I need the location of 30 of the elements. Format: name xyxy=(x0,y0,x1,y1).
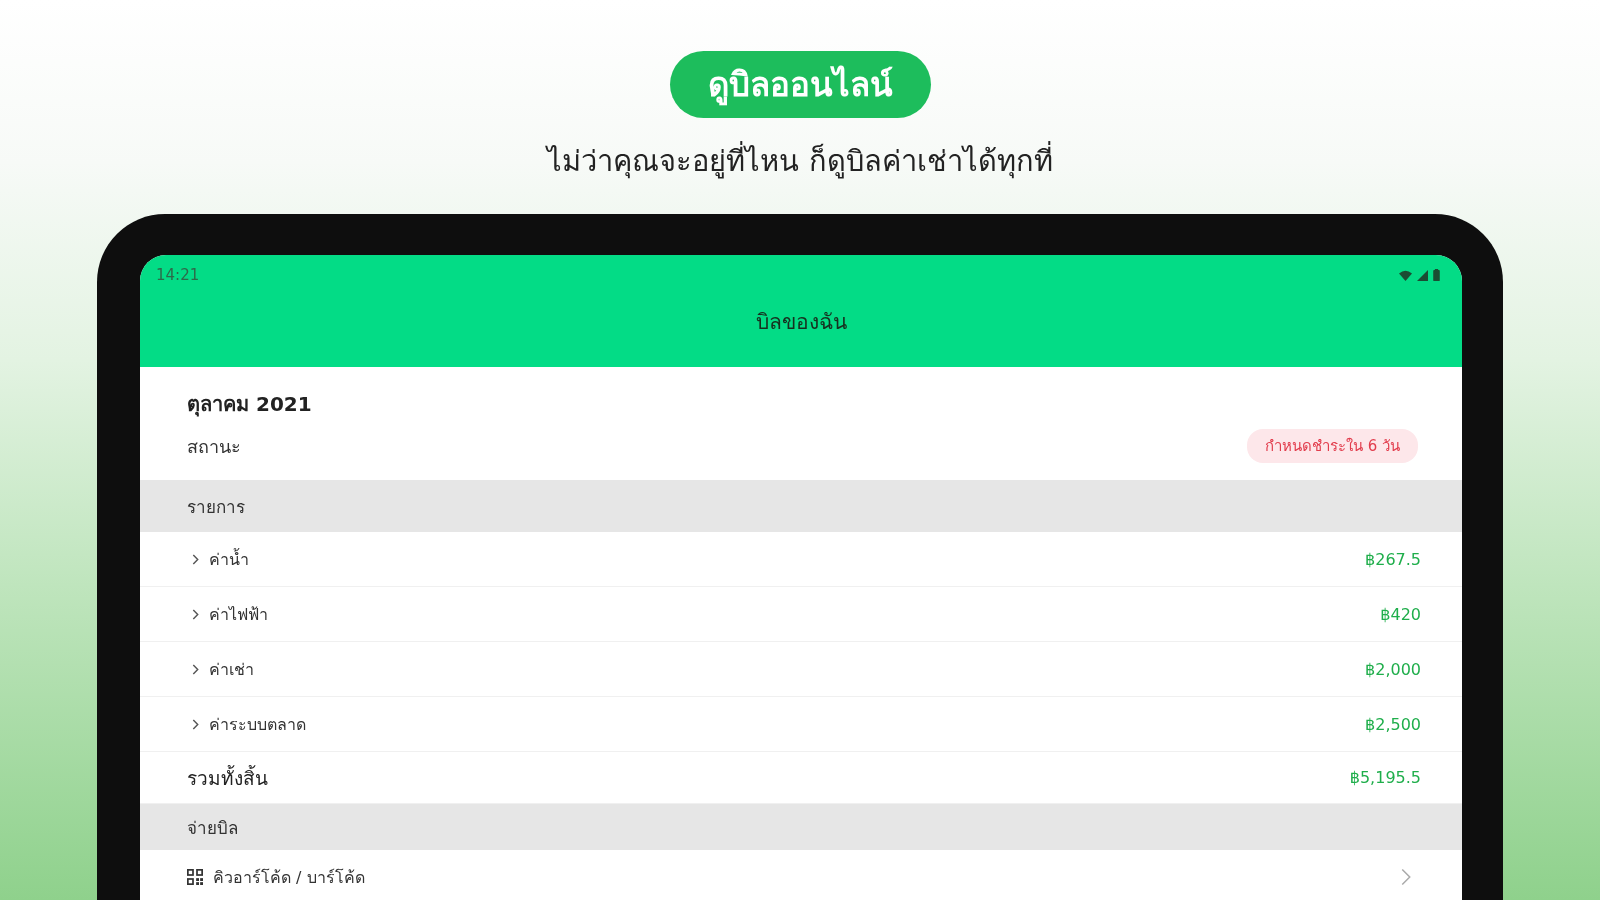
total-amount: ฿5,195.5 xyxy=(1349,768,1421,787)
item-name: ค่าระบบตลาด xyxy=(209,713,306,736)
item-name: ค่าเช่า xyxy=(209,658,254,681)
total-label: รวมทั้งสิ้น xyxy=(187,764,268,791)
headline-pill: ดูบิลออนไลน์ xyxy=(669,51,931,118)
due-status-badge: กำหนดชำระใน 6 วัน xyxy=(1246,429,1418,463)
bill-item-row[interactable]: ค่าน้ำ ฿267.5 xyxy=(140,532,1462,587)
section-heading: จ่ายบิล xyxy=(187,816,238,840)
option-label: คิวอาร์โค้ด / บาร์โค้ด xyxy=(213,866,365,889)
bill-item-row[interactable]: ค่าไฟฟ้า ฿420 xyxy=(140,587,1462,642)
app-bar-title: บิลของฉัน xyxy=(755,309,847,336)
item-amount: ฿2,000 xyxy=(1365,659,1421,679)
status-time: 14:21 xyxy=(156,266,200,284)
bill-item-row[interactable]: ค่าระบบตลาด ฿2,500 xyxy=(140,697,1462,752)
item-amount: ฿420 xyxy=(1380,604,1421,624)
status-label: สถานะ xyxy=(187,434,241,459)
chevron-right-icon xyxy=(1401,868,1411,886)
signal-icon xyxy=(1417,269,1428,281)
item-name: ค่าน้ำ xyxy=(209,547,249,571)
item-name: ค่าไฟฟ้า xyxy=(209,603,268,626)
battery-icon xyxy=(1433,269,1440,281)
wifi-icon xyxy=(1399,269,1412,281)
item-amount: ฿267.5 xyxy=(1365,549,1421,569)
section-heading: รายการ xyxy=(187,495,245,519)
subtitle: ไม่ว่าคุณจะอยู่ที่ไหน ก็ดูบิลค่าเช่าได้ทุกที่ xyxy=(547,138,1053,184)
qr-code-icon xyxy=(187,869,203,885)
bill-month: ตุลาคม 2021 xyxy=(187,391,313,419)
bill-item-row[interactable]: ค่าเช่า ฿2,000 xyxy=(140,642,1462,697)
item-amount: ฿2,500 xyxy=(1365,714,1421,734)
payment-option[interactable]: คิวอาร์โค้ด / บาร์โค้ด xyxy=(140,850,1462,900)
